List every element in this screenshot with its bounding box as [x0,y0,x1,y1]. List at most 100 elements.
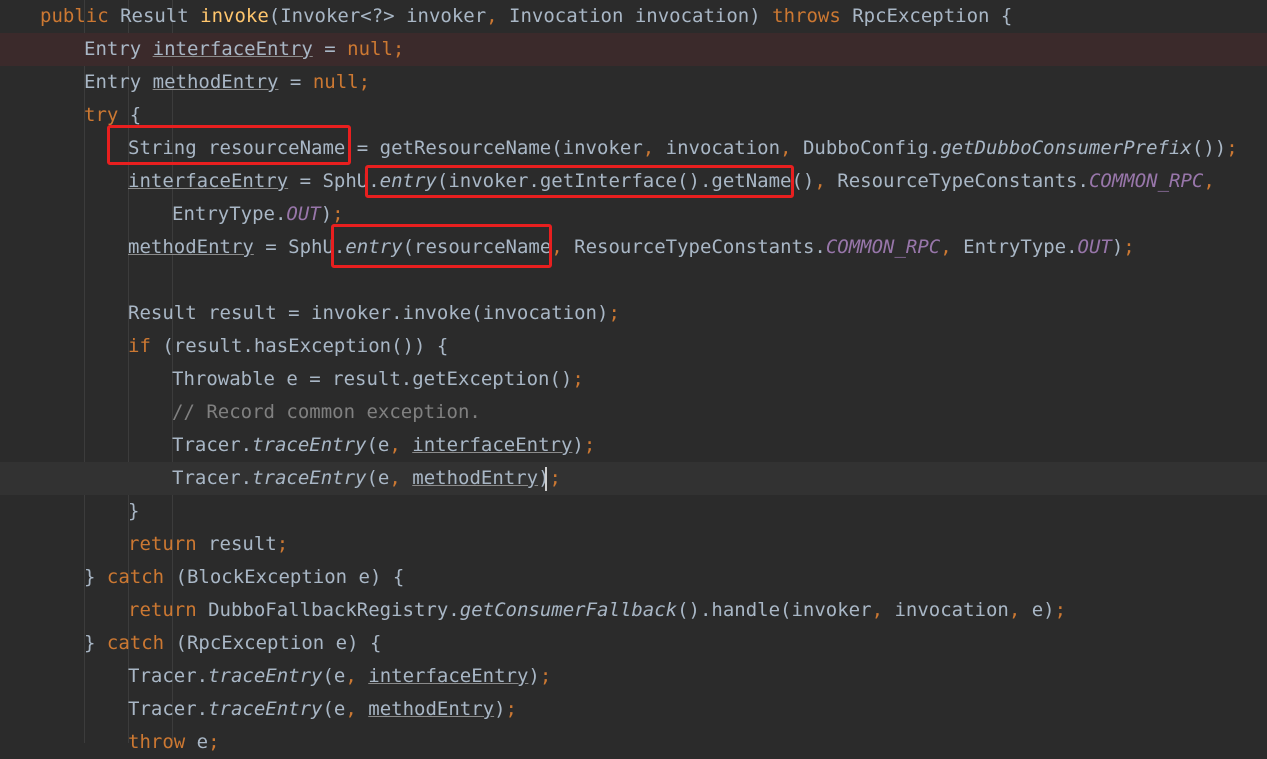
code-line-text: Entry interfaceEntry = null; [84,33,404,66]
code-token: Invocation invocation) [509,5,773,27]
code-token: (BlockException e) { [164,566,405,588]
code-token: EntryType. [963,236,1078,258]
code-token: if [128,335,151,357]
code-token: invocation [665,137,781,159]
code-token: { [118,104,142,126]
code-token: String resourceName = getResourceName(in… [128,137,643,159]
code-token: , [345,665,369,687]
code-token: interfaceEntry [412,434,573,456]
code-token: getConsumerFallback [459,599,678,621]
code-token: interfaceEntry [128,170,289,192]
code-token: , [551,236,575,258]
code-token: ) [572,434,584,456]
code-token: Entry [84,38,153,60]
code-token: invoke [200,5,269,27]
code-line[interactable]: String resourceName = getResourceName(in… [0,132,1267,165]
code-token: methodEntry [412,467,539,489]
code-line[interactable]: Tracer.traceEntry(e, methodEntry); [0,693,1267,726]
code-token: , [1008,599,1032,621]
code-token: ; [505,698,517,720]
code-line[interactable]: Tracer.traceEntry(e, interfaceEntry); [0,429,1267,462]
code-token: (resourceName [402,236,552,258]
code-token: catch [106,566,165,588]
code-line-text: Tracer.traceEntry(e, methodEntry); [172,462,561,495]
code-line-text: return result; [128,528,288,561]
code-line[interactable]: Result result = invoker.invoke(invocatio… [0,297,1267,330]
code-token: = [278,71,313,93]
code-token: ()) [1191,137,1227,159]
code-token: RpcException { [840,5,1013,27]
code-token: , [642,137,666,159]
code-token: COMMON_RPC [825,236,941,258]
code-token: (invoker.getInterface().getName() [436,170,815,192]
code-token: Tracer. [172,467,253,489]
code-line[interactable]: try { [0,99,1267,132]
code-token: ().handle(invoker [677,599,872,621]
code-line[interactable]: if (result.hasException()) { [0,330,1267,363]
code-token: interfaceEntry [368,665,529,687]
code-token: Tracer. [172,434,253,456]
code-token: ; [572,368,584,390]
code-token: OUT [286,203,321,225]
code-token: ) [538,467,550,489]
code-token: Entry [84,71,153,93]
code-line[interactable]: methodEntry = SphU.entry(resourceName, R… [0,231,1267,264]
code-token: ; [1123,236,1135,258]
code-token: (e [322,665,346,687]
code-line-text: methodEntry = SphU.entry(resourceName, R… [128,231,1135,264]
code-line[interactable]: Entry methodEntry = null; [0,66,1267,99]
code-token: , [345,698,369,720]
code-token: COMMON_RPC [1088,170,1204,192]
code-token: methodEntry [128,236,254,258]
code-token: , [871,599,895,621]
code-line[interactable]: return result; [0,528,1267,561]
code-line[interactable]: Throwable e = result.getException(); [0,363,1267,396]
code-token: (RpcException e) { [164,632,382,654]
code-token: e) [1031,599,1055,621]
code-token: , [1203,170,1215,192]
code-token: ; [276,533,289,555]
code-token: ; [608,302,620,324]
code-line[interactable]: return DubboFallbackRegistry.getConsumer… [0,594,1267,627]
code-token: result [196,533,277,555]
code-editor[interactable]: public Result invoke(Invoker<?> invoker,… [0,0,1267,753]
code-token: } [84,632,107,654]
code-token: Result result = invoker.invoke(invocatio… [128,302,609,324]
code-token: return [128,533,197,555]
code-token: Result [108,5,201,27]
code-line-text: Tracer.traceEntry(e, interfaceEntry); [128,660,551,693]
text-caret [545,467,547,491]
code-line[interactable]: } catch (RpcException e) { [0,627,1267,660]
code-token: = SphU. [288,170,380,192]
code-token: , [389,467,413,489]
code-token: , [486,5,510,27]
code-token: ; [332,203,344,225]
code-token: = [312,38,348,60]
code-token: DubboConfig. [802,137,941,159]
code-line[interactable]: } [0,495,1267,528]
code-line-text: } [128,495,139,528]
code-line[interactable]: // Record common exception. [0,396,1267,429]
code-token: ; [1054,599,1067,621]
code-token: methodEntry [368,698,495,720]
code-line-text: if (result.hasException()) { [128,330,448,363]
code-line[interactable] [0,264,1267,297]
code-line[interactable]: interfaceEntry = SphU.entry(invoker.getI… [0,165,1267,198]
code-token: } [84,566,107,588]
code-line[interactable]: public Result invoke(Invoker<?> invoker,… [0,0,1267,33]
code-token: EntryType. [172,203,287,225]
code-line[interactable]: EntryType.OUT); [0,198,1267,231]
code-line[interactable]: Tracer.traceEntry(e, interfaceEntry); [0,660,1267,693]
code-token: OUT [1077,236,1112,258]
code-line[interactable]: } catch (BlockException e) { [0,561,1267,594]
code-token: ; [549,467,561,489]
code-token: , [780,137,803,159]
code-token: null; [347,38,405,60]
code-line-text: public Result invoke(Invoker<?> invoker,… [40,0,1012,33]
code-line[interactable]: Entry interfaceEntry = null; [0,33,1267,66]
code-token: , [389,434,413,456]
code-line[interactable]: Tracer.traceEntry(e, methodEntry); [0,462,1267,495]
code-token: Throwable e = result.getException() [172,368,573,390]
code-token: } [128,500,140,522]
code-token: Tracer. [128,698,209,720]
